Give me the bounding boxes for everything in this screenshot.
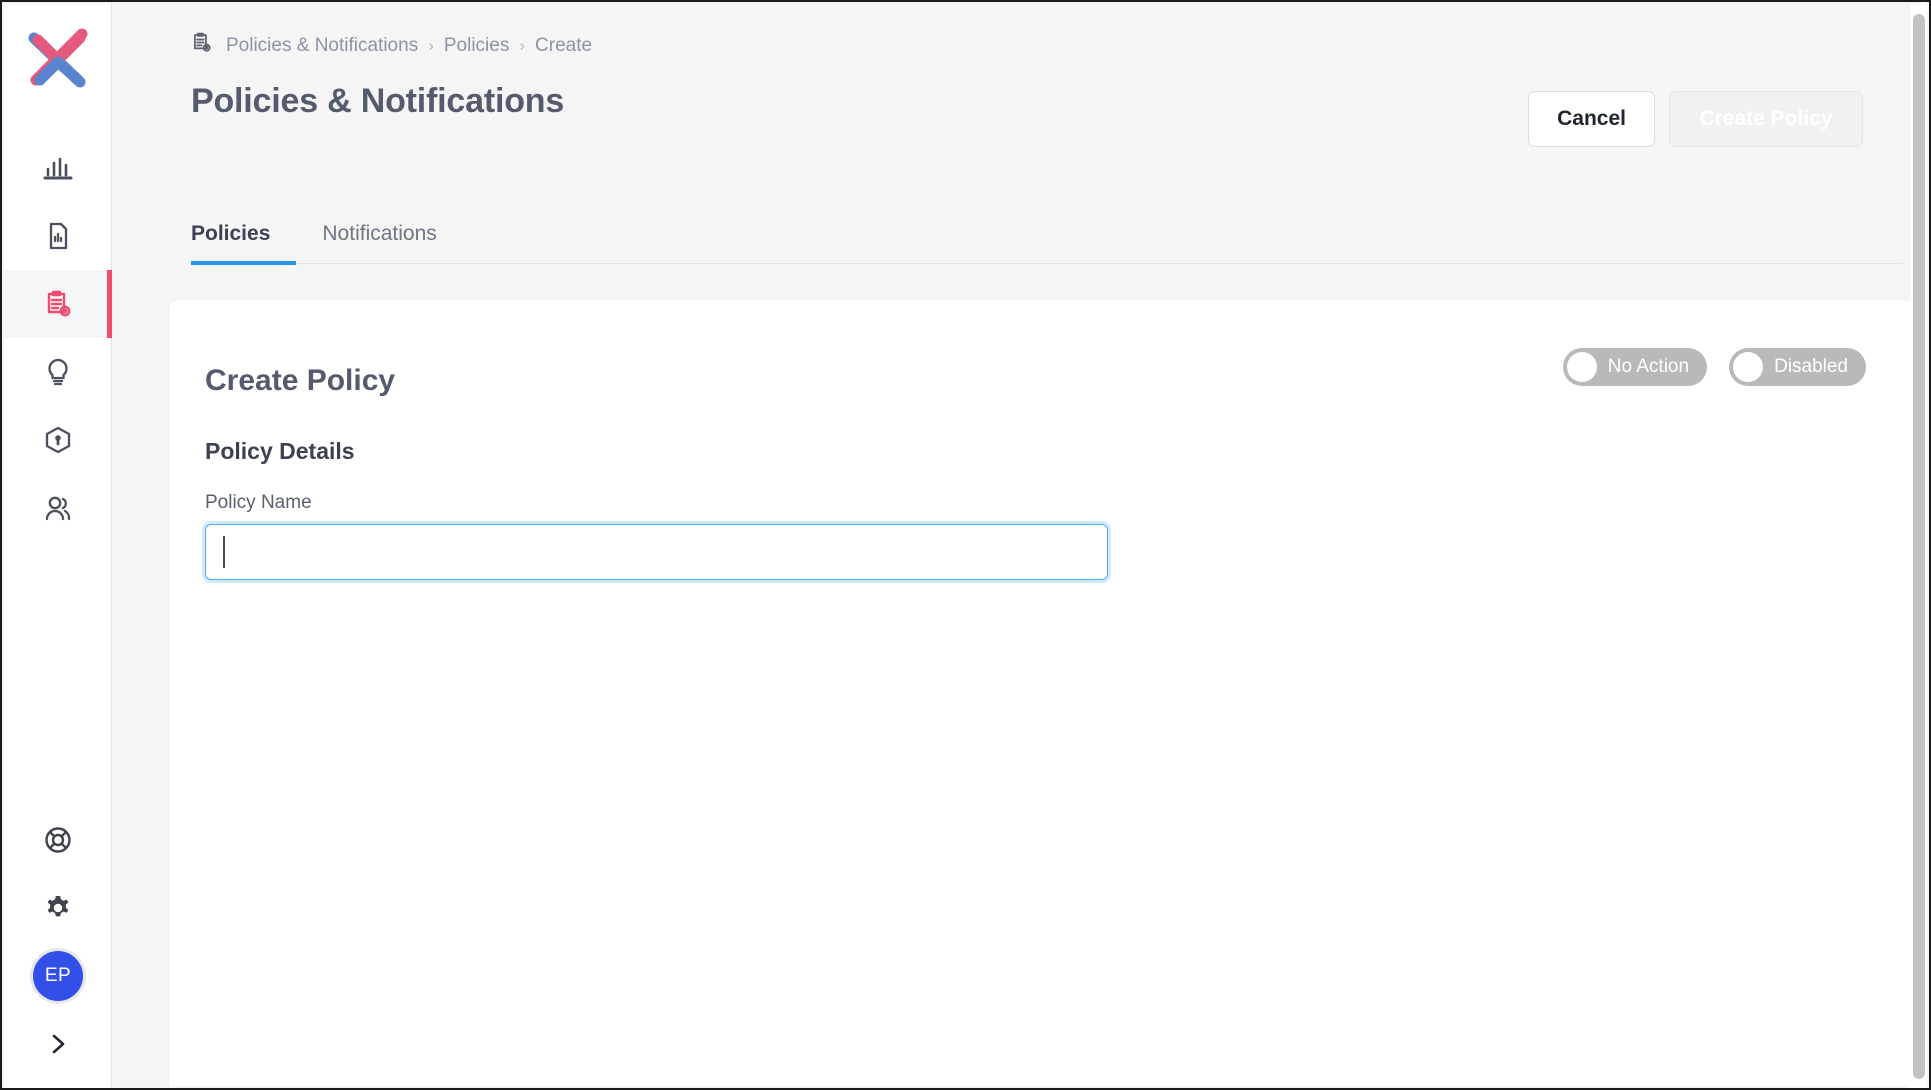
- header-actions: Cancel Create Policy: [1528, 91, 1863, 147]
- section-title-policy-details: Policy Details: [205, 438, 355, 464]
- toggle-disabled-label: Disabled: [1774, 356, 1848, 377]
- breadcrumb-item-policies[interactable]: Policies: [444, 35, 509, 57]
- users-icon: [42, 492, 74, 524]
- lightbulb-icon: [42, 356, 74, 388]
- page-title: Policies & Notifications: [191, 82, 565, 120]
- chevron-right-icon: [43, 1029, 73, 1059]
- tab-policies[interactable]: Policies: [191, 204, 297, 265]
- policy-name-label: Policy Name: [205, 492, 312, 513]
- sidebar: EP: [4, 4, 112, 1088]
- sidebar-item-insights[interactable]: [4, 338, 112, 406]
- bar-chart-icon: [41, 151, 75, 185]
- cancel-button[interactable]: Cancel: [1528, 91, 1655, 147]
- tab-bar: Policies Notifications: [191, 204, 1903, 265]
- breadcrumb-item-create[interactable]: Create: [535, 35, 592, 57]
- sidebar-nav-top: [4, 134, 112, 542]
- sidebar-item-help[interactable]: [4, 806, 112, 874]
- sidebar-item-policies[interactable]: [4, 270, 112, 338]
- scrollbar-thumb[interactable]: [1913, 14, 1925, 1079]
- toggle-knob: [1733, 352, 1764, 382]
- sidebar-nav-bottom: EP: [4, 806, 112, 1078]
- breadcrumb-separator: ›: [519, 35, 526, 55]
- toggle-knob: [1566, 352, 1597, 382]
- avatar-initials: EP: [33, 951, 83, 1001]
- breadcrumb-item-root[interactable]: Policies & Notifications: [226, 35, 418, 57]
- breadcrumb-separator: ›: [428, 35, 434, 55]
- sidebar-item-settings[interactable]: [4, 874, 112, 942]
- shield-lock-icon: [42, 424, 74, 456]
- toggle-no-action[interactable]: No Action: [1562, 348, 1708, 386]
- sidebar-item-users[interactable]: [4, 474, 112, 542]
- lifebuoy-icon: [42, 824, 74, 856]
- toggle-no-action-label: No Action: [1607, 356, 1690, 377]
- app-window: EP Policies & Notifications › Policies ›…: [0, 0, 1931, 1090]
- main-content: Policies & Notifications › Policies › Cr…: [112, 4, 1927, 1086]
- clipboard-gear-icon: [189, 30, 214, 61]
- sidebar-expand-button[interactable]: [4, 1010, 112, 1078]
- x-logo[interactable]: [22, 20, 94, 92]
- clipboard-gear-icon: [41, 287, 75, 321]
- document-chart-icon: [42, 220, 74, 252]
- create-policy-button[interactable]: Create Policy: [1669, 91, 1863, 147]
- sidebar-item-dashboard[interactable]: [4, 134, 112, 202]
- avatar[interactable]: EP: [4, 942, 112, 1010]
- card-title: Create Policy: [205, 364, 396, 397]
- text-cursor: [223, 536, 225, 568]
- create-policy-card: No Action Disabled Create Policy Policy …: [169, 300, 1914, 1086]
- sidebar-item-reports[interactable]: [4, 202, 112, 270]
- policy-name-input[interactable]: [205, 524, 1108, 580]
- gear-icon: [42, 892, 74, 924]
- policy-toggles: No Action Disabled: [1562, 348, 1866, 386]
- sidebar-item-security[interactable]: [4, 406, 112, 474]
- breadcrumb: Policies & Notifications › Policies › Cr…: [189, 30, 592, 61]
- toggle-disabled[interactable]: Disabled: [1729, 348, 1866, 386]
- tab-notifications[interactable]: Notifications: [296, 204, 462, 264]
